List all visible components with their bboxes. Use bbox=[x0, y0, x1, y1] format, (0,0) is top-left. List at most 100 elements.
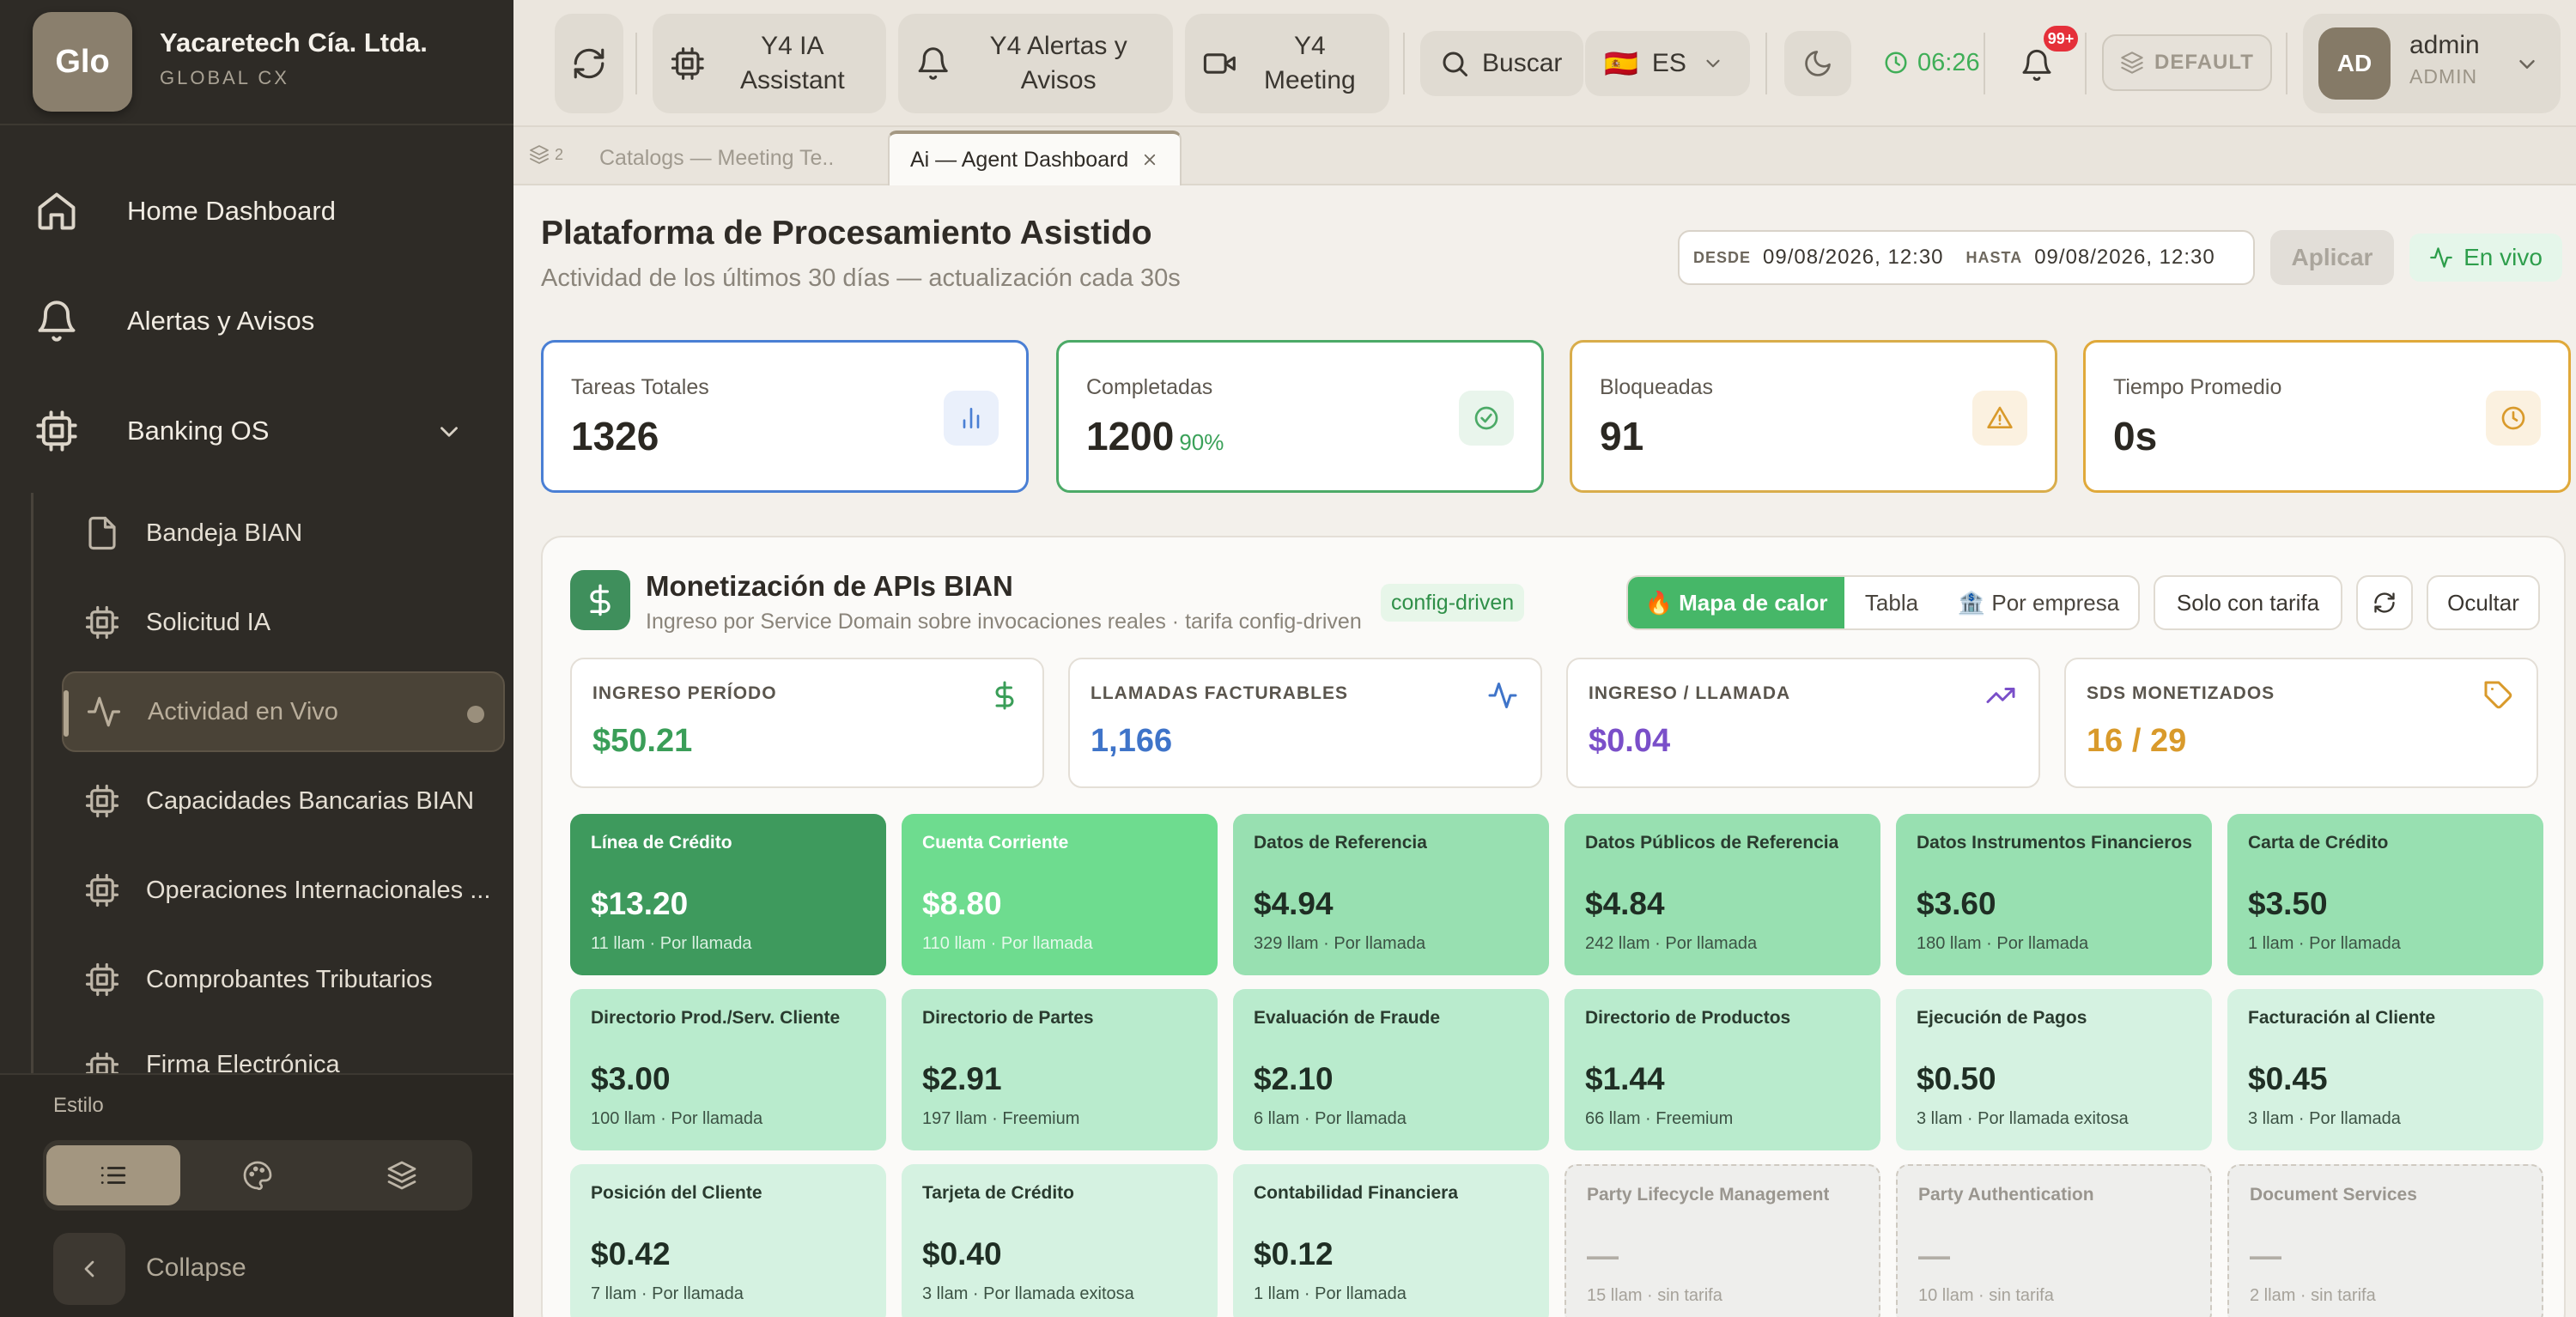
refresh-icon bbox=[574, 48, 605, 79]
bar-chart-icon bbox=[944, 391, 999, 446]
cell-name: Datos Públicos de Referencia bbox=[1585, 833, 1839, 853]
warning-icon bbox=[1972, 391, 2027, 446]
tab-catalogs[interactable]: Catalogs — Meeting Te.. bbox=[599, 130, 834, 185]
flag-spain: 🇪🇸 bbox=[1604, 48, 1638, 79]
to-date-input[interactable]: 09/08/2026, 12:30 bbox=[2034, 246, 2215, 270]
style-list-button[interactable] bbox=[46, 1145, 180, 1205]
sidebar-item-operaciones-internacionales[interactable]: Operaciones Internacionales ... bbox=[62, 850, 505, 931]
divider bbox=[1984, 33, 1985, 94]
heatmap-cell[interactable]: Datos Instrumentos Financieros $3.60 180 l… bbox=[1896, 814, 2212, 975]
heatmap-cell[interactable]: Cuenta Corriente $8.80 110 llam · Por llam… bbox=[902, 814, 1218, 975]
heatmap-cell[interactable]: Party Lifecycle Management — 15 llam · sin… bbox=[1564, 1164, 1880, 1317]
sidebar-item-label: Banking OS bbox=[127, 416, 270, 446]
cell-meta: 110 llam · Por llamada bbox=[922, 934, 1093, 953]
activity-icon bbox=[2430, 247, 2452, 268]
ia-assistant-button[interactable]: Y4 IA Assistant bbox=[653, 14, 886, 113]
collapse-label[interactable]: Collapse bbox=[146, 1253, 246, 1283]
heatmap-cell[interactable]: Ejecución de Pagos $0.50 3 llam · Por llam… bbox=[1896, 989, 2212, 1150]
view-heatmap-button[interactable]: 🔥 Mapa de calor bbox=[1628, 577, 1844, 628]
stat-label: Tiempo Promedio bbox=[2113, 375, 2282, 399]
style-palette-button[interactable] bbox=[191, 1145, 325, 1205]
notification-badge: 99+ bbox=[2044, 26, 2078, 52]
hide-button[interactable]: Ocultar bbox=[2427, 575, 2540, 630]
tab-count: 2 bbox=[555, 145, 564, 163]
alertas-button[interactable]: Y4 Alertas y Avisos bbox=[898, 14, 1173, 113]
sidebar-subitem-label: Operaciones Internacionales ... bbox=[146, 876, 491, 904]
tab-agent-dashboard[interactable]: Ai — Agent Dashboard bbox=[888, 130, 1182, 185]
tab-stack[interactable]: 2 bbox=[529, 144, 563, 165]
meeting-button[interactable]: Y4 Meeting bbox=[1185, 14, 1389, 113]
sidebar-item-bandeja-bian[interactable]: Bandeja BIAN bbox=[62, 493, 505, 574]
apply-button[interactable]: Aplicar bbox=[2270, 230, 2394, 285]
heatmap-cell[interactable]: Directorio Prod./Serv. Cliente $3.00 100 l… bbox=[570, 989, 886, 1150]
style-layers-button[interactable] bbox=[335, 1145, 469, 1205]
sidebar-item-solicitud-ia[interactable]: Solicitud IA bbox=[62, 582, 505, 663]
style-label: Estilo bbox=[53, 1094, 104, 1117]
heatmap-cell[interactable]: Evaluación de Fraude $2.10 6 llam · Por ll… bbox=[1233, 989, 1549, 1150]
heatmap-cell[interactable]: Contabilidad Financiera $0.12 1 llam · Por… bbox=[1233, 1164, 1549, 1317]
home-icon bbox=[38, 192, 76, 230]
stat-value: 0s bbox=[2113, 414, 2158, 458]
panel-subtitle: Ingreso por Service Domain sobre invocac… bbox=[646, 610, 1362, 634]
close-icon[interactable] bbox=[1142, 152, 1157, 167]
heatmap-cell[interactable]: Tarjeta de Crédito $0.40 3 llam · Por llam… bbox=[902, 1164, 1218, 1317]
cell-meta: 100 llam · Por llamada bbox=[591, 1109, 763, 1128]
cell-meta: 6 llam · Por llamada bbox=[1254, 1109, 1406, 1128]
live-button[interactable]: En vivo bbox=[2409, 234, 2562, 282]
cell-name: Carta de Crédito bbox=[2248, 833, 2389, 853]
theme-toggle[interactable] bbox=[1784, 31, 1851, 96]
view-company-button[interactable]: 🏦 Por empresa bbox=[1939, 577, 2138, 628]
sidebar-item-firma-electronica[interactable]: Firma Electrónica bbox=[62, 1029, 505, 1073]
refresh-button[interactable] bbox=[555, 14, 623, 113]
default-button[interactable]: DEFAULT bbox=[2102, 34, 2272, 91]
cell-value: $3.60 bbox=[1917, 886, 1996, 921]
sidebar-item-capacidades-bancarias[interactable]: Capacidades Bancarias BIAN bbox=[62, 761, 505, 841]
chevron-down-icon[interactable] bbox=[434, 417, 464, 446]
view-table-button[interactable]: Tabla bbox=[1844, 577, 1939, 628]
user-menu[interactable]: AD admin ADMIN bbox=[2303, 14, 2561, 113]
heatmap-cell[interactable]: Document Services — 2 llam · sin tarifa bbox=[2227, 1164, 2543, 1317]
cell-name: Directorio de Partes bbox=[922, 1008, 1094, 1028]
search-button[interactable]: Buscar bbox=[1420, 31, 1583, 96]
stat-label: Completadas bbox=[1086, 375, 1213, 399]
heatmap-cell[interactable]: Posición del Cliente $0.42 7 llam · Por ll… bbox=[570, 1164, 886, 1317]
heatmap-cell[interactable]: Directorio de Partes $2.91 197 llam · Free… bbox=[902, 989, 1218, 1150]
sidebar-item-banking-os[interactable]: Banking OS bbox=[34, 388, 269, 474]
from-date-input[interactable]: 09/08/2026, 12:30 bbox=[1763, 246, 1944, 270]
ia-assistant-label: Y4 IA Assistant bbox=[739, 32, 845, 94]
clock: 06:26 bbox=[1883, 36, 1980, 89]
brand[interactable]: Glo Yacaretech Cía. Ltda. GLOBAL CX bbox=[33, 12, 496, 112]
sidebar-item-actividad-en-vivo[interactable]: Actividad en Vivo bbox=[62, 671, 505, 752]
live-dot bbox=[467, 706, 484, 723]
heatmap-cell[interactable]: Datos de Referencia $4.94 329 llam · Por l… bbox=[1233, 814, 1549, 975]
kpi-label: SDS MONETIZADOS bbox=[2087, 683, 2275, 703]
heatmap-cell[interactable]: Datos Públicos de Referencia $4.84 242 lla… bbox=[1564, 814, 1880, 975]
video-icon bbox=[1203, 53, 1236, 74]
chevron-left-icon bbox=[84, 1260, 94, 1278]
kpi-value: $0.04 bbox=[1589, 723, 1671, 759]
moon-icon bbox=[1805, 51, 1831, 76]
user-name: admin bbox=[2409, 31, 2480, 59]
layers-icon bbox=[387, 1161, 416, 1190]
cell-name: Datos Instrumentos Financieros bbox=[1917, 833, 2192, 853]
cpu-icon bbox=[671, 47, 704, 80]
sidebar-item-home-dashboard[interactable]: Home Dashboard bbox=[34, 168, 336, 254]
language-select[interactable]: 🇪🇸 ES bbox=[1585, 31, 1750, 96]
divider bbox=[2085, 33, 2087, 94]
tab-label: Ai — Agent Dashboard bbox=[910, 147, 1129, 172]
cell-name: Posición del Cliente bbox=[591, 1183, 762, 1203]
heatmap-cell[interactable]: Directorio de Productos $1.44 66 llam · Fr… bbox=[1564, 989, 1880, 1150]
activity-icon bbox=[87, 696, 121, 727]
kpi-value: $50.21 bbox=[592, 723, 693, 759]
heatmap-cell[interactable]: Línea de Crédito $13.20 11 llam · Por llam… bbox=[570, 814, 886, 975]
sidebar-item-comprobantes-tributarios[interactable]: Comprobantes Tributarios bbox=[62, 939, 505, 1020]
heatmap-cell[interactable]: Party Authentication — 10 llam · sin tarif… bbox=[1896, 1164, 2212, 1317]
sidebar-item-label: Home Dashboard bbox=[127, 196, 336, 226]
heatmap-cell[interactable]: Carta de Crédito $3.50 1 llam · Por llamad… bbox=[2227, 814, 2543, 975]
cell-value: $0.45 bbox=[2248, 1061, 2328, 1096]
collapse-button[interactable] bbox=[53, 1233, 125, 1305]
sidebar-item-alertas[interactable]: Alertas y Avisos bbox=[34, 278, 314, 364]
heatmap-cell[interactable]: Facturación al Cliente $0.45 3 llam · Por … bbox=[2227, 989, 2543, 1150]
filter-tariff-button[interactable]: Solo con tarifa bbox=[2154, 575, 2342, 630]
panel-refresh-button[interactable] bbox=[2356, 575, 2413, 630]
